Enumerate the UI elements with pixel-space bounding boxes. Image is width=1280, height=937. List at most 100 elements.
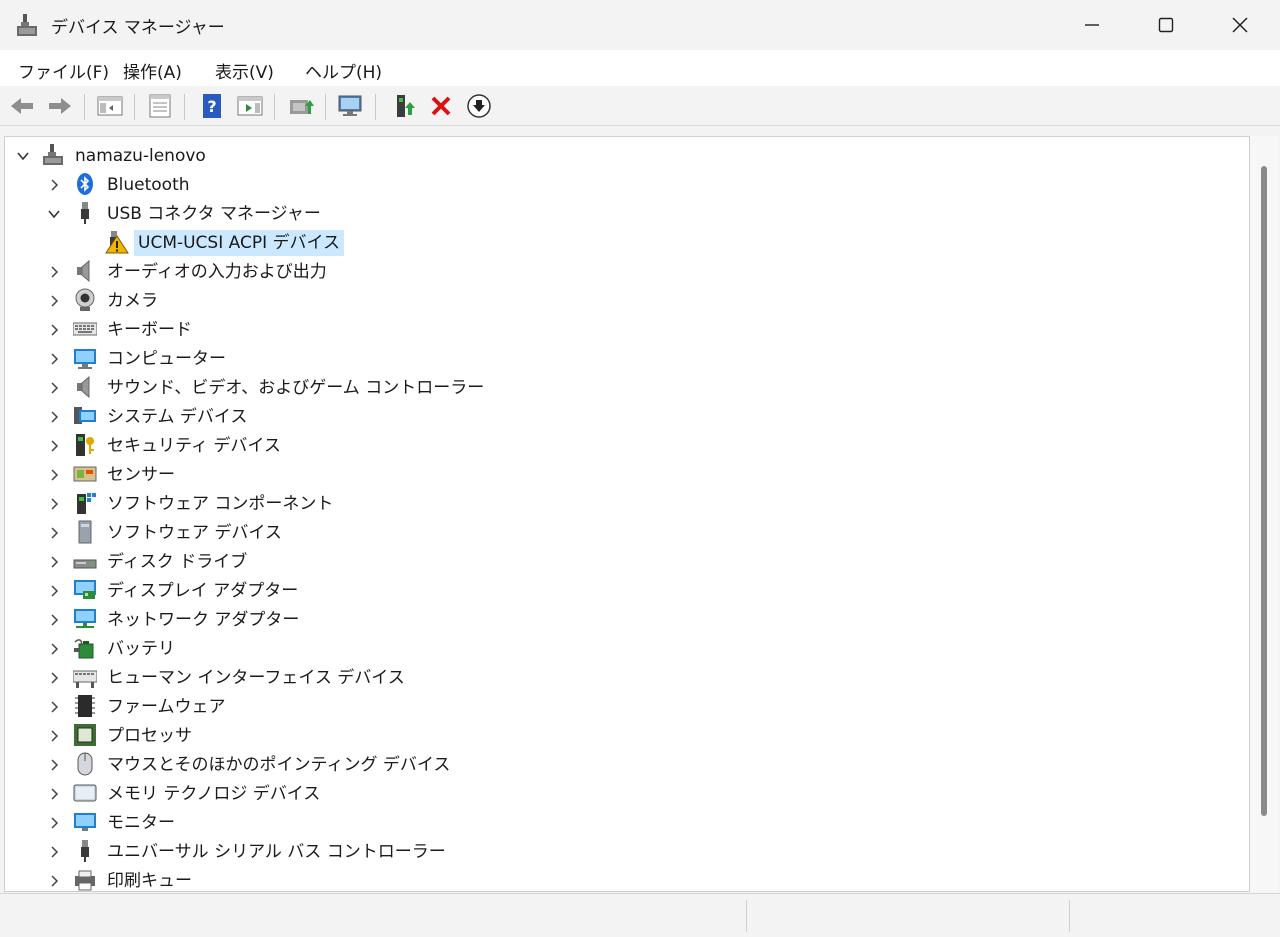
- update-driver-button[interactable]: [287, 93, 315, 119]
- tree-item-monitors[interactable]: モニター: [5, 808, 1245, 837]
- tree-item-label: プロセッサ: [107, 725, 192, 746]
- back-arrow-icon: [11, 98, 33, 114]
- tree-item-bluetooth[interactable]: Bluetooth: [5, 170, 1245, 199]
- tree-item-label: ヒューマン インターフェイス デバイス: [107, 667, 405, 688]
- chevron-right-icon[interactable]: [47, 439, 61, 453]
- tree-root-label: namazu-lenovo: [75, 145, 206, 166]
- chevron-right-icon[interactable]: [47, 410, 61, 424]
- tree-item-audio-io[interactable]: オーディオの入力および出力: [5, 257, 1245, 286]
- tree-root[interactable]: namazu-lenovo: [5, 141, 1245, 170]
- menu-file[interactable]: ファイル(F): [18, 58, 109, 83]
- computer-icon: [74, 349, 96, 369]
- chevron-right-icon[interactable]: [47, 323, 61, 337]
- chevron-right-icon[interactable]: [47, 758, 61, 772]
- tree-item-label: ソフトウェア デバイス: [107, 522, 282, 543]
- toolbar-separator: [274, 94, 275, 120]
- maximize-icon: [1158, 17, 1174, 33]
- menu-action[interactable]: 操作(A): [123, 58, 182, 83]
- chevron-right-icon[interactable]: [47, 816, 61, 830]
- software-device-icon: [78, 520, 92, 544]
- security-key-icon: [76, 434, 94, 456]
- chevron-right-icon[interactable]: [47, 671, 61, 685]
- show-hide-console-tree-button[interactable]: [96, 93, 124, 119]
- chevron-right-icon[interactable]: [47, 787, 61, 801]
- tree-item-system-devices[interactable]: システム デバイス: [5, 402, 1245, 431]
- tree-item-keyboard[interactable]: キーボード: [5, 315, 1245, 344]
- chevron-right-icon[interactable]: [47, 265, 61, 279]
- action-pane-button[interactable]: [236, 93, 264, 119]
- chevron-right-icon[interactable]: [47, 845, 61, 859]
- vertical-scrollbar[interactable]: [1250, 136, 1278, 892]
- chevron-right-icon[interactable]: [47, 874, 61, 888]
- maximize-button[interactable]: [1129, 0, 1203, 50]
- toolbar-separator: [325, 94, 326, 120]
- tree-item-label: メモリ テクノロジ デバイス: [107, 783, 321, 804]
- speaker-icon: [77, 375, 90, 399]
- tree-item-memory-technology[interactable]: メモリ テクノロジ デバイス: [5, 779, 1245, 808]
- add-legacy-hardware-icon: [397, 95, 415, 117]
- tree-item-label: モニター: [107, 812, 175, 833]
- tree-item-software-components[interactable]: ソフトウェア コンポーネント: [5, 489, 1245, 518]
- tree-item-software-devices[interactable]: ソフトウェア デバイス: [5, 518, 1245, 547]
- tree-item-label: ネットワーク アダプター: [107, 609, 300, 630]
- toolbar-separator: [134, 94, 135, 120]
- menu-help[interactable]: ヘルプ(H): [305, 58, 382, 83]
- device-manager-icon: [17, 14, 37, 36]
- tree-item-computer[interactable]: コンピューター: [5, 344, 1245, 373]
- tree-item-usb-controllers[interactable]: ユニバーサル シリアル バス コントローラー: [5, 837, 1245, 866]
- uninstall-device-button[interactable]: [465, 93, 493, 119]
- device-tree[interactable]: namazu-lenovo Bluetooth USB コネクタ マネージャー …: [4, 136, 1250, 892]
- chevron-right-icon[interactable]: [47, 613, 61, 627]
- tree-item-print-queues[interactable]: 印刷キュー: [5, 866, 1245, 891]
- keyboard-icon: [73, 322, 97, 336]
- chevron-right-icon[interactable]: [47, 497, 61, 511]
- tree-item-label: ディスプレイ アダプター: [107, 580, 299, 601]
- tree-item-firmware[interactable]: ファームウェア: [5, 692, 1245, 721]
- close-icon: [1232, 17, 1248, 33]
- chevron-right-icon[interactable]: [47, 700, 61, 714]
- minimize-button[interactable]: [1055, 0, 1129, 50]
- chevron-right-icon[interactable]: [47, 642, 61, 656]
- chevron-right-icon[interactable]: [47, 584, 61, 598]
- action-pane-icon: [237, 96, 263, 116]
- tree-item-mouse[interactable]: マウスとそのほかのポインティング デバイス: [5, 750, 1245, 779]
- chevron-right-icon[interactable]: [47, 729, 61, 743]
- add-legacy-hardware-button[interactable]: [391, 93, 419, 119]
- tree-item-usb-connector-manager[interactable]: USB コネクタ マネージャー: [5, 199, 1245, 228]
- chevron-right-icon[interactable]: [47, 352, 61, 366]
- chevron-right-icon[interactable]: [47, 555, 61, 569]
- tree-item-sensors[interactable]: センサー: [5, 460, 1245, 489]
- chevron-down-icon[interactable]: [47, 207, 61, 221]
- svg-text:?: ?: [207, 97, 216, 116]
- menu-view[interactable]: 表示(V): [215, 58, 274, 83]
- chevron-right-icon[interactable]: [47, 526, 61, 540]
- toolbar-separator: [184, 94, 185, 120]
- tree-item-security-devices[interactable]: セキュリティ デバイス: [5, 431, 1245, 460]
- tree-item-ucm-ucsi-acpi[interactable]: UCM-UCSI ACPI デバイス: [5, 228, 1245, 257]
- usb-icon: [81, 840, 89, 862]
- chevron-down-icon[interactable]: [16, 149, 30, 163]
- tree-item-label: コンピューター: [107, 348, 226, 369]
- chevron-right-icon[interactable]: [47, 178, 61, 192]
- scan-hardware-button[interactable]: [337, 93, 365, 119]
- help-button[interactable]: ?: [198, 93, 226, 119]
- chevron-right-icon[interactable]: [47, 381, 61, 395]
- scrollbar-thumb[interactable]: [1261, 166, 1267, 816]
- toolbar-separator: [375, 94, 376, 120]
- tree-item-display-adapters[interactable]: ディスプレイ アダプター: [5, 576, 1245, 605]
- tree-item-network-adapters[interactable]: ネットワーク アダプター: [5, 605, 1245, 634]
- tree-item-camera[interactable]: カメラ: [5, 286, 1245, 315]
- chevron-right-icon[interactable]: [47, 294, 61, 308]
- tree-item-sound-video-game[interactable]: サウンド、ビデオ、およびゲーム コントローラー: [5, 373, 1245, 402]
- tree-item-disk-drives[interactable]: ディスク ドライブ: [5, 547, 1245, 576]
- chevron-right-icon[interactable]: [47, 468, 61, 482]
- tree-item-processor[interactable]: プロセッサ: [5, 721, 1245, 750]
- disable-device-button[interactable]: [427, 93, 455, 119]
- tree-item-label: 印刷キュー: [107, 870, 192, 891]
- close-button[interactable]: [1203, 0, 1277, 50]
- forward-button[interactable]: [46, 93, 74, 119]
- properties-button[interactable]: [146, 93, 174, 119]
- tree-item-battery[interactable]: バッテリ: [5, 634, 1245, 663]
- tree-item-hid[interactable]: ヒューマン インターフェイス デバイス: [5, 663, 1245, 692]
- back-button[interactable]: [8, 93, 36, 119]
